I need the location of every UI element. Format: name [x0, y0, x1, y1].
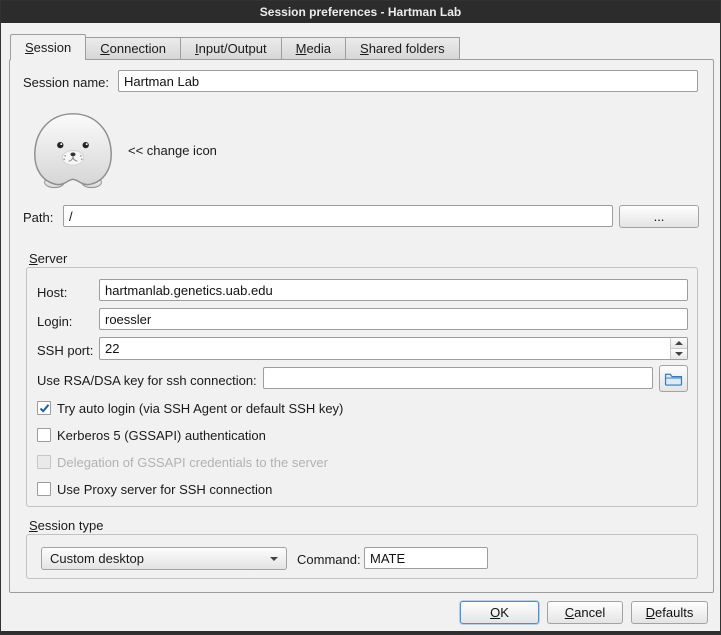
seal-icon — [29, 110, 117, 190]
session-name-input[interactable] — [118, 70, 698, 92]
ok-button[interactable]: OK — [460, 601, 539, 624]
server-group-label: Server — [29, 251, 67, 266]
tab-session[interactable]: Session — [10, 34, 86, 60]
ssh-port-label: SSH port: — [37, 343, 93, 358]
checkbox-label: Try auto login (via SSH Agent or default… — [57, 401, 343, 416]
change-icon-label: << change icon — [128, 143, 217, 158]
command-label: Command: — [297, 552, 361, 567]
spin-up-icon — [675, 341, 683, 345]
window-title: Session preferences - Hartman Lab — [260, 5, 461, 19]
checkbox-box — [37, 428, 51, 442]
tab-shared-folders-label: Shared folders — [360, 41, 445, 56]
defaults-button-label: Defaults — [646, 605, 694, 620]
rsa-key-browse-button[interactable] — [659, 365, 688, 392]
gssapi-delegation-checkbox: Delegation of GSSAPI credentials to the … — [37, 454, 328, 470]
chevron-down-icon — [270, 557, 278, 561]
checkbox-label: Kerberos 5 (GSSAPI) authentication — [57, 428, 266, 443]
login-label: Login: — [37, 314, 72, 329]
cancel-button-label: Cancel — [565, 605, 605, 620]
host-input[interactable] — [99, 279, 688, 301]
tab-media[interactable]: Media — [281, 37, 346, 59]
rsa-key-label: Use RSA/DSA key for ssh connection: — [37, 373, 257, 388]
window-bottom-border — [1, 631, 720, 634]
spin-down-icon — [675, 352, 683, 356]
checkbox-box — [37, 401, 51, 415]
cancel-button[interactable]: Cancel — [547, 601, 623, 624]
tab-input-output[interactable]: Input/Output — [180, 37, 282, 59]
spin-down-button[interactable] — [671, 349, 687, 359]
path-browse-button[interactable]: ... — [619, 205, 699, 228]
tab-shared-folders[interactable]: Shared folders — [345, 37, 460, 59]
session-preferences-window: Session preferences - Hartman Lab Sessio… — [0, 0, 721, 635]
rsa-key-input[interactable] — [263, 367, 653, 389]
titlebar[interactable]: Session preferences - Hartman Lab — [1, 1, 720, 23]
login-input[interactable] — [99, 308, 688, 330]
tab-connection[interactable]: Connection — [85, 37, 181, 59]
tab-input-output-label: Input/Output — [195, 41, 267, 56]
path-label: Path: — [23, 210, 53, 225]
host-label: Host: — [37, 285, 67, 300]
checkbox-box — [37, 482, 51, 496]
ssh-port-spinbox — [99, 337, 688, 360]
session-type-dropdown-value: Custom desktop — [50, 551, 262, 566]
checkbox-label: Delegation of GSSAPI credentials to the … — [57, 455, 328, 470]
tab-session-label: Session — [25, 40, 71, 55]
proxy-checkbox[interactable]: Use Proxy server for SSH connection — [37, 481, 272, 497]
auto-login-checkbox[interactable]: Try auto login (via SSH Agent or default… — [37, 400, 343, 416]
tab-bar: Session Connection Input/Output Media Sh… — [10, 34, 460, 60]
folder-icon — [664, 371, 683, 386]
defaults-button[interactable]: Defaults — [631, 601, 708, 624]
kerberos-checkbox[interactable]: Kerberos 5 (GSSAPI) authentication — [37, 427, 266, 443]
session-name-label: Session name: — [23, 75, 109, 90]
tab-connection-label: Connection — [100, 41, 166, 56]
command-input[interactable] — [364, 547, 488, 569]
spin-up-button[interactable] — [671, 338, 687, 349]
path-browse-label: ... — [654, 209, 665, 224]
ok-button-label: OK — [490, 605, 509, 620]
spin-buttons — [670, 338, 687, 359]
ssh-port-input[interactable] — [99, 337, 688, 360]
tab-media-label: Media — [296, 41, 331, 56]
path-input[interactable] — [63, 205, 613, 227]
session-type-group-label: Session type — [29, 518, 103, 533]
checkbox-label: Use Proxy server for SSH connection — [57, 482, 272, 497]
check-icon — [39, 403, 50, 414]
checkbox-box — [37, 455, 51, 469]
session-icon-button[interactable] — [29, 110, 117, 190]
session-type-dropdown[interactable]: Custom desktop — [41, 547, 287, 570]
